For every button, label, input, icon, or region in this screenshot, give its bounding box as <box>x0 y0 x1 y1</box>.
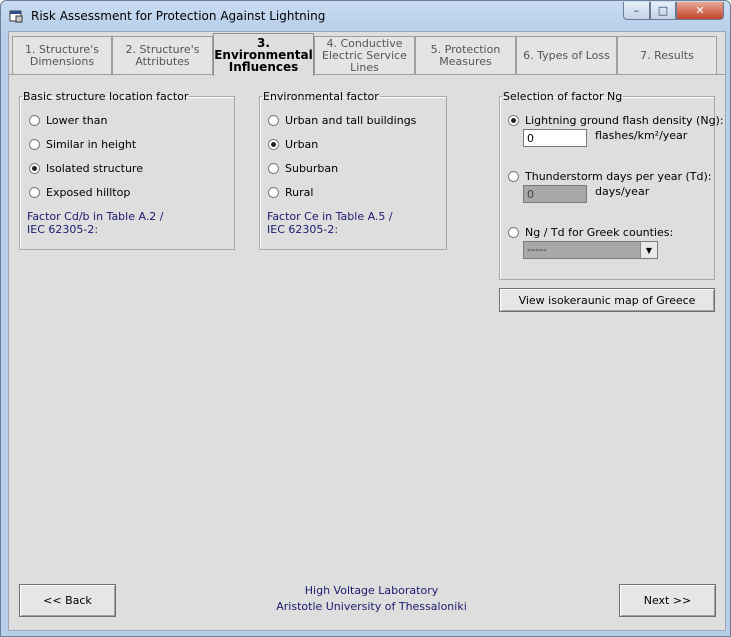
radio-label: Similar in height <box>46 138 137 151</box>
environmental-factor-title: Environmental factor <box>263 90 379 103</box>
radio-circle <box>508 115 519 126</box>
radio-lower-than[interactable]: Lower than <box>29 114 107 127</box>
tab-protection-measures[interactable]: 5. Protection Measures <box>415 36 516 74</box>
window-controls: – □ ✕ <box>623 2 724 21</box>
radio-circle <box>29 115 40 126</box>
tab-types-of-loss[interactable]: 6. Types of Loss <box>516 36 617 74</box>
note-line: IEC 62305-2: <box>27 223 99 236</box>
app-window: Risk Assessment for Protection Against L… <box>0 0 731 637</box>
radio-selected-dot <box>32 166 37 171</box>
radio-ng-density[interactable]: Lightning ground flash density (Ng): <box>508 114 724 127</box>
close-button[interactable]: ✕ <box>676 2 724 20</box>
radio-circle <box>508 171 519 182</box>
minimize-button[interactable]: – <box>623 2 650 20</box>
radio-selected-dot <box>271 142 276 147</box>
radio-greek-counties[interactable]: Ng / Td for Greek counties: <box>508 226 673 239</box>
radio-selected-dot <box>511 118 516 123</box>
app-icon <box>9 10 23 23</box>
radio-circle <box>268 139 279 150</box>
tab-structures-dimensions[interactable]: 1. Structure's Dimensions <box>12 36 112 74</box>
note-line: Factor Ce in Table A.5 / <box>267 210 393 223</box>
radio-circle <box>268 115 279 126</box>
radio-label: Suburban <box>285 162 339 175</box>
radio-label: Lightning ground flash density (Ng): <box>525 114 724 127</box>
location-factor-title: Basic structure location factor <box>23 90 189 103</box>
greek-county-select[interactable]: ----- ▼ <box>523 241 658 259</box>
tab-structures-attributes[interactable]: 2. Structure's Attributes <box>112 36 213 74</box>
radio-label: Urban <box>285 138 319 151</box>
footer-credits: High Voltage Laboratory Aristotle Univer… <box>259 583 484 615</box>
ng-value-input[interactable] <box>523 129 587 147</box>
radio-similar-height[interactable]: Similar in height <box>29 138 136 151</box>
radio-urban[interactable]: Urban <box>268 138 318 151</box>
radio-circle <box>29 139 40 150</box>
radio-rural[interactable]: Rural <box>268 186 313 199</box>
radio-urban-tall-buildings[interactable]: Urban and tall buildings <box>268 114 416 127</box>
environmental-factor-note: Factor Ce in Table A.5 / IEC 62305-2: <box>267 210 393 236</box>
next-button[interactable]: Next >> <box>619 584 716 617</box>
location-factor-note: Factor Cd/b in Table A.2 / IEC 62305-2: <box>27 210 164 236</box>
radio-circle <box>29 163 40 174</box>
ng-unit-label: flashes/km²/year <box>595 129 688 142</box>
radio-label: Lower than <box>46 114 108 127</box>
ng-selection-title: Selection of factor Ng <box>503 90 623 103</box>
tab-strip-divider <box>9 74 725 75</box>
radio-label: Exposed hilltop <box>46 186 131 199</box>
radio-label: Urban and tall buildings <box>285 114 417 127</box>
footer-lab: High Voltage Laboratory <box>304 584 439 597</box>
back-button[interactable]: << Back <box>19 584 116 617</box>
td-unit-label: days/year <box>595 185 650 198</box>
radio-exposed-hilltop[interactable]: Exposed hilltop <box>29 186 130 199</box>
view-map-button[interactable]: View isokeraunic map of Greece <box>499 288 715 312</box>
radio-circle <box>268 187 279 198</box>
tab-conductive-service-lines[interactable]: 4. Conductive Electric Service Lines <box>314 36 415 74</box>
window-title: Risk Assessment for Protection Against L… <box>31 9 326 23</box>
radio-circle <box>268 163 279 174</box>
radio-circle <box>508 227 519 238</box>
radio-label: Rural <box>285 186 314 199</box>
client-area: 1. Structure's Dimensions 2. Structure's… <box>8 31 726 631</box>
footer-university: Aristotle University of Thessaloniki <box>276 600 467 613</box>
td-value-input[interactable] <box>523 185 587 203</box>
radio-label: Thunderstorm days per year (Td): <box>525 170 712 183</box>
chevron-down-icon[interactable]: ▼ <box>640 242 657 258</box>
maximize-button[interactable]: □ <box>650 2 676 20</box>
greek-county-value: ----- <box>527 243 547 256</box>
radio-td-days[interactable]: Thunderstorm days per year (Td): <box>508 170 711 183</box>
note-line: Factor Cd/b in Table A.2 / <box>27 210 164 223</box>
title-bar[interactable]: Risk Assessment for Protection Against L… <box>1 1 730 31</box>
radio-suburban[interactable]: Suburban <box>268 162 338 175</box>
tab-results[interactable]: 7. Results <box>617 36 717 74</box>
radio-label: Isolated structure <box>46 162 143 175</box>
radio-label: Ng / Td for Greek counties: <box>525 226 674 239</box>
note-line: IEC 62305-2: <box>267 223 339 236</box>
radio-circle <box>29 187 40 198</box>
tab-environmental-influences[interactable]: 3. Environmental Influences <box>213 33 314 76</box>
radio-isolated-structure[interactable]: Isolated structure <box>29 162 143 175</box>
